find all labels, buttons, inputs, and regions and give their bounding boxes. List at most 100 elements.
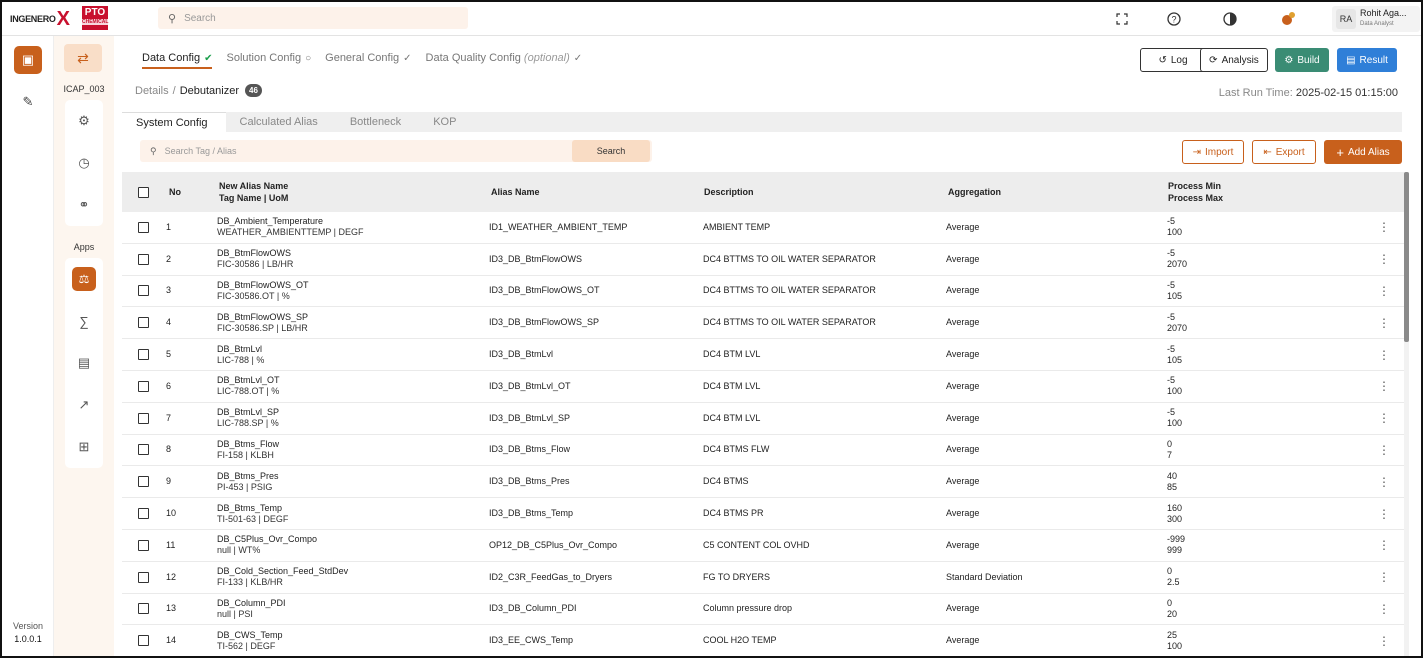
notification-icon[interactable]	[1280, 11, 1296, 27]
table-row[interactable]: 5 DB_BtmLvl LIC-788 | % ID3_DB_BtmLvl DC4 BT…	[122, 339, 1404, 371]
rail-item-home[interactable]: ▣	[14, 46, 42, 74]
row-checkbox[interactable]	[138, 635, 149, 647]
table-row[interactable]: 9 DB_Btms_Pres PI-453 | PSIG ID3_DB_Btms_Pr…	[122, 466, 1404, 499]
import-button[interactable]: ⇥ Import	[1182, 140, 1244, 164]
app-item-chart[interactable]: ▤	[65, 342, 103, 384]
row-more-icon[interactable]: ⋮	[1378, 466, 1390, 497]
help-icon[interactable]: ?	[1166, 11, 1182, 27]
build-button[interactable]: ⚙ Build	[1275, 48, 1329, 72]
row-checkbox[interactable]	[138, 603, 149, 615]
row-checkbox[interactable]	[138, 221, 149, 233]
row-select-cell	[138, 307, 149, 338]
row-more-icon[interactable]: ⋮	[1378, 403, 1390, 434]
result-button[interactable]: ▤ Result	[1337, 48, 1397, 72]
app-item-formula[interactable]: ∑	[65, 300, 103, 342]
table-row[interactable]: 2 DB_BtmFlowOWS FIC-30586 | LB/HR ID3_DB_Bt…	[122, 244, 1404, 276]
row-checkbox[interactable]	[138, 476, 149, 488]
row-checkbox[interactable]	[138, 285, 149, 297]
global-search-input[interactable]: ⚲ Search	[158, 7, 468, 29]
ingenero-logo[interactable]: INGENERO X	[10, 8, 70, 30]
log-button[interactable]: ↺ Log	[1140, 48, 1206, 72]
row-more-icon[interactable]: ⋮	[1378, 244, 1390, 275]
theme-toggle-icon[interactable]	[1222, 11, 1238, 27]
row-checkbox[interactable]	[138, 349, 149, 361]
table-row[interactable]: 6 DB_BtmLvl_OT LIC-788.OT | % ID3_DB_BtmLvl…	[122, 371, 1404, 403]
row-checkbox[interactable]	[138, 380, 149, 392]
row-no: 5	[166, 349, 172, 360]
table-row[interactable]: 1 DB_Ambient_Temperature WEATHER_AMBIENTTE…	[122, 212, 1404, 244]
row-new-alias-cell: DB_CWS_Temp TI-562 | DEGF	[217, 625, 283, 656]
breadcrumb-parent[interactable]: Details	[135, 85, 169, 97]
header-no[interactable]: No	[169, 172, 181, 212]
row-process-range: 07	[1167, 435, 1172, 466]
alias-search-button[interactable]: Search	[572, 140, 650, 162]
row-select-cell	[138, 435, 149, 466]
table-row[interactable]: 4 DB_BtmFlowOWS_SP FIC-30586.SP | LB/HR ID3…	[122, 307, 1404, 340]
tab-bottleneck[interactable]: Bottleneck	[336, 112, 419, 132]
table-header: No New Alias Name Tag Name | UoM Alias N…	[122, 172, 1404, 212]
table-row[interactable]: 3 DB_BtmFlowOWS_OT FIC-30586.OT | % ID3_DB_…	[122, 276, 1404, 308]
export-button[interactable]: ⇤ Export	[1252, 140, 1316, 164]
row-tag-uom: WEATHER_AMBIENTTEMP | DEGF	[217, 227, 364, 238]
table-row[interactable]: 12 DB_Cold_Section_Feed_StdDev FI-133 | KL…	[122, 562, 1404, 594]
header-new-alias[interactable]: New Alias Name Tag Name | UoM	[219, 172, 288, 212]
row-more-icon[interactable]: ⋮	[1378, 212, 1390, 243]
row-more-icon[interactable]: ⋮	[1378, 371, 1390, 402]
row-checkbox[interactable]	[138, 508, 149, 520]
row-description: DC4 BTTMS TO OIL WATER SEPARATOR	[703, 317, 876, 328]
row-process-max: 20	[1167, 608, 1178, 619]
header-description[interactable]: Description	[704, 172, 754, 212]
add-alias-button[interactable]: + Add Alias	[1324, 140, 1402, 164]
row-more-icon[interactable]: ⋮	[1378, 339, 1390, 370]
table-scrollbar-thumb[interactable]	[1404, 172, 1409, 342]
tool-item-tags[interactable]: ⚭	[65, 184, 103, 226]
step-solution-config[interactable]: Solution Config ○	[226, 52, 311, 64]
row-checkbox[interactable]	[138, 539, 149, 551]
analysis-button[interactable]: ⟳ Analysis	[1200, 48, 1268, 72]
table-row[interactable]: 8 DB_Btms_Flow FI-158 | KLBH ID3_DB_Btms_Fl…	[122, 435, 1404, 467]
step-general-config[interactable]: General Config ✓	[325, 52, 411, 64]
header-aggregation[interactable]: Aggregation	[948, 172, 1001, 212]
row-alias-name: ID1_WEATHER_AMBIENT_TEMP	[489, 221, 628, 232]
select-all-checkbox[interactable]	[138, 186, 149, 198]
table-row[interactable]: 13 DB_Column_PDI null | PSI ID3_DB_Column_P…	[122, 594, 1404, 626]
row-more-icon[interactable]: ⋮	[1378, 562, 1390, 593]
app-item-balance[interactable]: ⚖	[65, 258, 103, 300]
row-checkbox[interactable]	[138, 317, 149, 329]
step-data-quality-config[interactable]: Data Quality Config (optional) ✓	[426, 52, 583, 64]
user-menu[interactable]: RA Rohit Aga... Data Analyst	[1332, 6, 1420, 32]
row-process-range: -5 2070	[1167, 244, 1187, 275]
tool-item-history[interactable]: ◷	[65, 142, 103, 184]
tab-calculated-alias[interactable]: Calculated Alias	[226, 112, 336, 132]
app-item-grid[interactable]: ⊞	[65, 426, 103, 468]
table-row[interactable]: 14 DB_CWS_Temp TI-562 | DEGF ID3_EE_CWS_Tem…	[122, 625, 1404, 656]
tab-system-config[interactable]: System Config	[122, 112, 226, 132]
row-process-max: 105	[1167, 290, 1183, 301]
refresh-icon: ⟳	[1209, 54, 1218, 66]
row-more-icon[interactable]: ⋮	[1378, 530, 1390, 561]
row-checkbox[interactable]	[138, 444, 149, 456]
fullscreen-icon[interactable]	[1114, 11, 1130, 27]
table-row[interactable]: 10 DB_Btms_Temp TI-501-63 | DEGF ID3_DB_Btm…	[122, 498, 1404, 530]
row-more-icon[interactable]: ⋮	[1378, 625, 1390, 656]
row-more-icon[interactable]: ⋮	[1378, 435, 1390, 466]
rail-item-edit[interactable]: ✎	[14, 88, 42, 116]
row-more-icon[interactable]: ⋮	[1378, 307, 1390, 338]
row-description: Column pressure drop	[703, 603, 793, 614]
row-checkbox[interactable]	[138, 571, 149, 583]
tool-item-config[interactable]: ⚙	[65, 100, 103, 142]
table-row[interactable]: 7 DB_BtmLvl_SP LIC-788.SP | % ID3_DB_BtmLvl…	[122, 403, 1404, 435]
row-more-icon[interactable]: ⋮	[1378, 498, 1390, 529]
table-row[interactable]: 11 DB_C5Plus_Ovr_Compo null | WT% OP12_DB_C…	[122, 530, 1404, 562]
app-item-trend[interactable]: ↗	[65, 384, 103, 426]
collapse-menu-button[interactable]: ⇄	[64, 44, 102, 72]
header-alias-name[interactable]: Alias Name	[491, 172, 540, 212]
row-more-icon[interactable]: ⋮	[1378, 594, 1390, 625]
row-checkbox[interactable]	[138, 253, 149, 265]
row-checkbox[interactable]	[138, 412, 149, 424]
row-select-cell	[138, 371, 149, 402]
header-process-range[interactable]: Process Min Process Max	[1168, 172, 1223, 212]
tab-kop[interactable]: KOP	[419, 112, 474, 132]
step-data-config[interactable]: Data Config ✔	[142, 52, 213, 69]
row-more-icon[interactable]: ⋮	[1378, 276, 1390, 307]
